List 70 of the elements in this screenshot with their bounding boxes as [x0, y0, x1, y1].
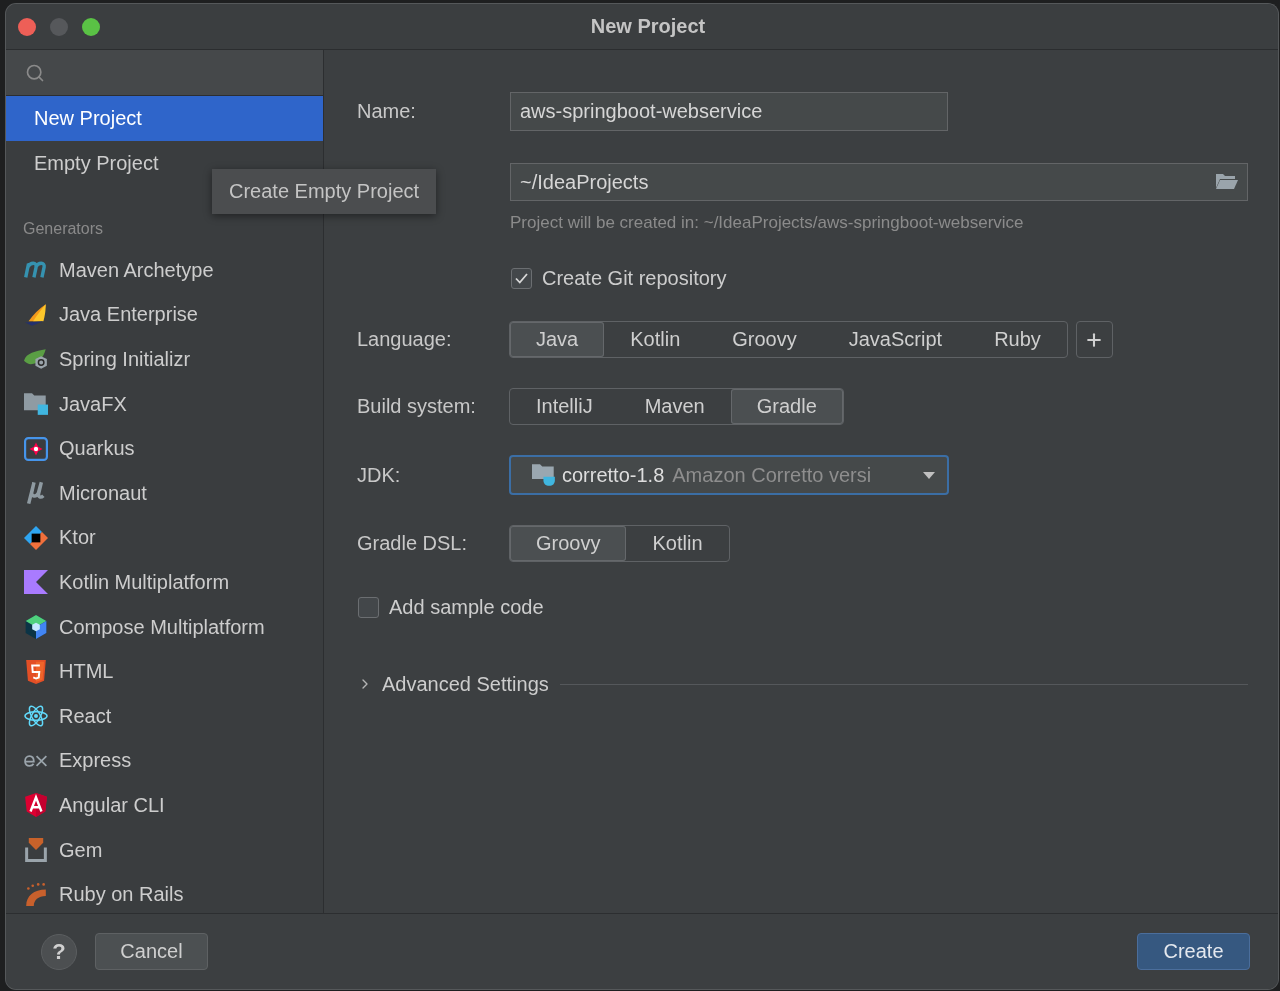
section-heading: Generators: [23, 219, 104, 238]
gem-tray-icon: [24, 838, 48, 862]
language-option[interactable]: Ruby: [968, 322, 1067, 357]
generator-item[interactable]: Compose Multiplatform: [6, 604, 323, 650]
search-field[interactable]: [6, 50, 323, 96]
atom-icon: [24, 704, 48, 729]
field-label: Language:: [357, 328, 453, 351]
add-button[interactable]: [1075, 321, 1113, 358]
folder-icon[interactable]: [1215, 173, 1239, 190]
generator-item[interactable]: Quarkus: [6, 426, 323, 471]
caret-down-icon: [923, 471, 935, 479]
leaf-hexagon-icon: [24, 347, 48, 372]
generator-item[interactable]: Maven Archetype: [6, 248, 323, 293]
generator-item[interactable]: Gem: [6, 827, 323, 873]
build-system-option[interactable]: IntelliJ: [510, 389, 619, 424]
jdk-dropdown[interactable]: corretto-1.8 Amazon Corretto versi: [509, 455, 949, 495]
generator-item[interactable]: JavaFX: [6, 381, 323, 427]
dsl-option[interactable]: Kotlin: [626, 526, 729, 561]
path-field[interactable]: ~/IdeaProjects: [510, 163, 1248, 201]
language-option[interactable]: Kotlin: [604, 322, 707, 357]
hexagon-logo-icon: [24, 615, 48, 640]
field-label: JDK:: [357, 463, 402, 487]
flame-logo-icon: [24, 302, 48, 327]
create-button[interactable]: Create: [1137, 933, 1250, 970]
language-option[interactable]: JavaScript: [822, 322, 969, 357]
generator-item[interactable]: React: [6, 693, 323, 739]
folder-cup-icon: [532, 463, 556, 487]
k-shape-icon: [24, 570, 48, 595]
tooltip: Create Empty Project: [212, 169, 437, 214]
advanced-settings-toggle[interactable]: Advanced Settings: [357, 672, 549, 696]
checkbox[interactable]: [511, 267, 532, 289]
field-label: Name:: [357, 100, 417, 123]
generator-item[interactable]: Ktor: [6, 515, 323, 561]
checkbox-label: Add sample code: [389, 595, 544, 619]
shield-five-icon: [24, 659, 48, 684]
search-icon: [25, 62, 45, 83]
name-field[interactable]: aws-springboot-webservice: [510, 92, 948, 131]
folder-square-icon: [24, 392, 48, 417]
generator-item[interactable]: Express: [6, 738, 323, 784]
generator-item[interactable]: Angular CLI: [6, 783, 323, 828]
language-option[interactable]: Java: [510, 322, 605, 357]
window-title: New Project: [590, 15, 706, 38]
sidebar-item[interactable]: New Project: [6, 96, 323, 141]
jdk-name: corretto-1.8: [562, 463, 665, 487]
generator-item[interactable]: Micronaut: [6, 470, 323, 516]
field-label: Build system:: [357, 395, 477, 418]
generator-item[interactable]: Java Enterprise: [6, 292, 323, 338]
help-button[interactable]: ?: [41, 933, 77, 970]
check-icon: [515, 272, 528, 284]
checkbox[interactable]: [358, 596, 379, 618]
ex-logo-icon: [24, 753, 48, 768]
shield-a-icon: [24, 793, 48, 818]
diamond-logo-icon: [24, 525, 48, 550]
build-system-option[interactable]: Maven: [618, 389, 731, 424]
generator-item[interactable]: Spring Initializr: [6, 337, 323, 382]
cancel-button[interactable]: Cancel: [95, 933, 208, 970]
dsl-option[interactable]: Groovy: [510, 526, 627, 561]
close-button[interactable]: [18, 17, 36, 36]
generator-item[interactable]: HTML: [6, 649, 323, 694]
checkbox-label: Create Git repository: [542, 266, 727, 290]
field-label: Gradle DSL:: [357, 532, 469, 555]
jdk-description: Amazon Corretto versi: [672, 463, 872, 487]
hint-text: Project will be created in: ~/IdeaProjects/aws-springboot-webservice: [510, 213, 1025, 233]
zoom-button[interactable]: [82, 17, 100, 36]
language-option[interactable]: Groovy: [706, 322, 823, 357]
generator-item[interactable]: Kotlin Multiplatform: [6, 560, 323, 605]
star-frame-icon: [24, 436, 48, 461]
build-system-option[interactable]: Gradle: [730, 389, 843, 424]
generator-item[interactable]: Ruby on Rails: [6, 872, 323, 913]
arch-logo-icon: [24, 882, 48, 907]
